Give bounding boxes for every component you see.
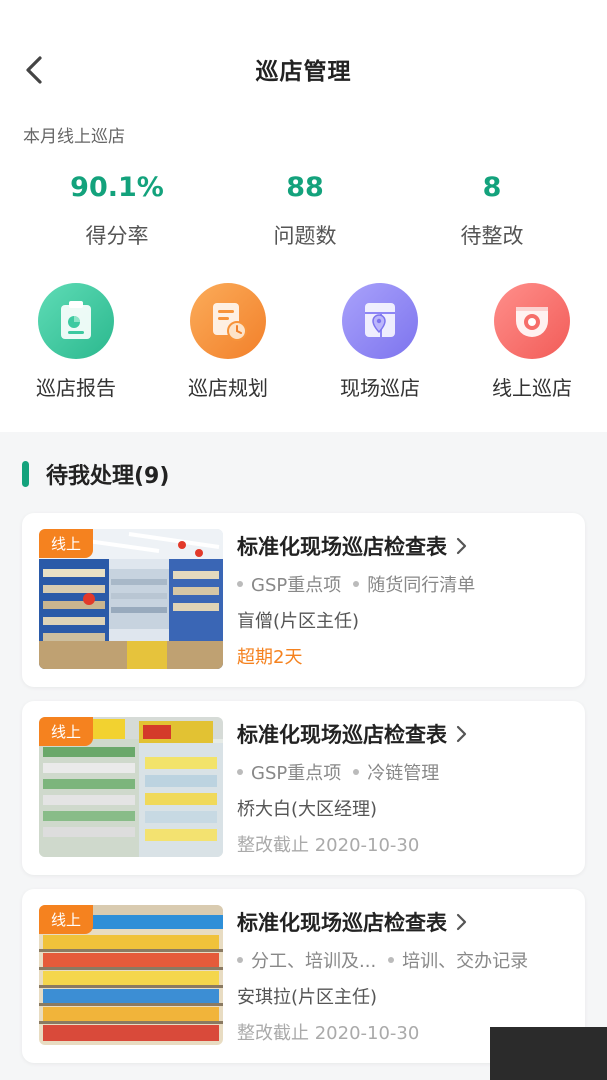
task-status: 整改截止 2020-10-30 (237, 835, 420, 856)
shortcut-grid: 巡店报告 巡店规划 现场巡店 线上巡店 (0, 283, 607, 403)
task-tag: 培训、交办记录 (388, 947, 528, 973)
task-card[interactable]: 线上 标准化现场巡店检查表 GSP重点项 冷链管理 桥大白(大区经理) 整改截止… (22, 701, 585, 875)
stat-label: 待整改 (460, 224, 524, 248)
onsite-location-icon (342, 283, 418, 359)
online-tag: 线上 (39, 905, 94, 934)
section-header: 待我处理(9) (22, 456, 169, 492)
task-tags: 分工、培训及... 培训、交办记录 (237, 947, 540, 973)
shortcut-label: 现场巡店 (340, 376, 420, 400)
task-card[interactable]: 线上 标准化现场巡店检查表 GSP重点项 随货同行清单 盲僧(片区主任) 超期2… (22, 513, 585, 687)
task-title-text: 标准化现场巡店检查表 (237, 723, 447, 747)
stat-value: 90.1% (70, 172, 164, 203)
task-tag: 冷链管理 (353, 759, 439, 785)
shortcut-label: 巡店规划 (188, 376, 268, 400)
shortcut-label: 巡店报告 (36, 376, 116, 400)
task-tag: 分工、培训及... (237, 947, 376, 973)
task-tag: GSP重点项 (237, 571, 341, 597)
bullet-dot (237, 769, 243, 775)
online-tag: 线上 (39, 717, 94, 746)
task-assignee: 盲僧(片区主任) (237, 611, 360, 632)
chevron-right-icon (456, 725, 467, 743)
period-subtitle: 本月线上巡店 (23, 127, 125, 147)
stat-value: 8 (482, 172, 502, 203)
stat-score-rate[interactable]: 90.1% 得分率 (27, 168, 207, 250)
task-status: 整改截止 2020-10-30 (237, 1023, 420, 1044)
report-clipboard-icon (38, 283, 114, 359)
shortcut-inspection-plan[interactable]: 巡店规划 (168, 283, 288, 401)
shortcut-onsite-inspection[interactable]: 现场巡店 (320, 283, 440, 401)
task-tags: GSP重点项 冷链管理 (237, 759, 451, 785)
corner-overlay (490, 1027, 607, 1080)
shortcut-label: 线上巡店 (492, 376, 572, 400)
stat-label: 问题数 (273, 224, 337, 248)
store-photo: 线上 (39, 905, 223, 1045)
bullet-dot (237, 581, 243, 587)
shortcut-online-inspection[interactable]: 线上巡店 (472, 283, 592, 401)
task-title-text: 标准化现场巡店检查表 (237, 911, 447, 935)
bullet-dot (237, 957, 243, 963)
task-tag: GSP重点项 (237, 759, 341, 785)
chevron-right-icon (456, 537, 467, 555)
bullet-dot (388, 957, 395, 963)
task-title: 标准化现场巡店检查表 (237, 719, 467, 749)
task-assignee: 安琪拉(片区主任) (237, 987, 378, 1008)
section-accent-bar (22, 461, 29, 487)
task-title: 标准化现场巡店检查表 (237, 907, 467, 937)
store-photo: 线上 (39, 717, 223, 857)
task-status: 超期2天 (237, 647, 303, 668)
chevron-right-icon (456, 913, 467, 931)
camera-icon (494, 283, 570, 359)
task-assignee: 桥大白(大区经理) (237, 799, 378, 820)
stat-issue-count[interactable]: 88 问题数 (215, 168, 395, 250)
bullet-dot (353, 581, 360, 587)
stats-row: 90.1% 得分率 88 问题数 8 待整改 (0, 168, 607, 258)
store-photo: 线上 (39, 529, 223, 669)
shortcut-inspection-report[interactable]: 巡店报告 (16, 283, 136, 401)
task-title: 标准化现场巡店检查表 (237, 531, 467, 561)
bullet-dot (353, 769, 360, 775)
section-title: 待我处理(9) (46, 464, 170, 489)
task-tags: GSP重点项 随货同行清单 (237, 571, 487, 597)
plan-clock-icon (190, 283, 266, 359)
stat-label: 得分率 (85, 224, 149, 248)
task-title-text: 标准化现场巡店检查表 (237, 535, 447, 559)
stat-pending-fix[interactable]: 8 待整改 (402, 168, 582, 250)
stat-value: 88 (286, 172, 324, 203)
header-bar: 巡店管理 本月线上巡店 (0, 0, 607, 147)
task-tag: 随货同行清单 (353, 571, 475, 597)
online-tag: 线上 (39, 529, 94, 558)
page-title: 巡店管理 (255, 59, 352, 85)
